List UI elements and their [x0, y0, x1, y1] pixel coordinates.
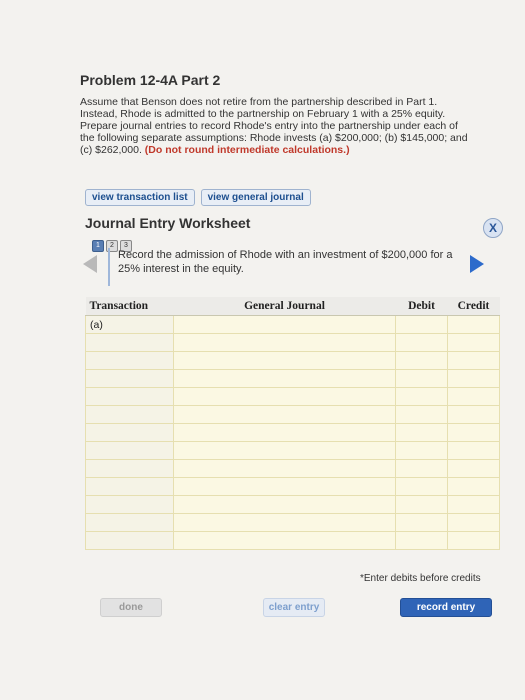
close-icon[interactable]: X: [483, 218, 503, 238]
problem-title: Problem 12-4A Part 2: [80, 72, 221, 88]
debit-input[interactable]: [395, 369, 448, 388]
debit-header: Debit: [395, 297, 448, 316]
table-row: [85, 351, 500, 370]
transaction-cell: [85, 531, 174, 550]
table-row: [85, 513, 500, 532]
done-button[interactable]: done: [100, 598, 162, 617]
account-input[interactable]: [173, 333, 396, 352]
credit-input[interactable]: [447, 513, 500, 532]
account-input[interactable]: [173, 531, 396, 550]
debit-input[interactable]: [395, 315, 448, 334]
transaction-cell: [85, 423, 174, 442]
debit-input[interactable]: [395, 531, 448, 550]
table-row: [85, 405, 500, 424]
record-entry-button[interactable]: record entry: [400, 598, 492, 617]
credit-input[interactable]: [447, 531, 500, 550]
account-input[interactable]: [173, 315, 396, 334]
transaction-cell: (a): [85, 315, 174, 334]
problem-page: Problem 12-4A Part 2 Assume that Benson …: [0, 0, 525, 700]
account-input[interactable]: [173, 495, 396, 514]
debit-input[interactable]: [395, 495, 448, 514]
table-row: [85, 369, 500, 388]
account-input[interactable]: [173, 423, 396, 442]
transaction-cell: [85, 351, 174, 370]
previous-arrow-icon[interactable]: [83, 255, 97, 273]
transaction-cell: [85, 333, 174, 352]
debit-input[interactable]: [395, 333, 448, 352]
credit-input[interactable]: [447, 387, 500, 406]
next-arrow-icon[interactable]: [470, 255, 484, 273]
credit-input[interactable]: [447, 495, 500, 514]
transaction-cell: [85, 369, 174, 388]
transaction-cell: [85, 513, 174, 532]
account-input[interactable]: [173, 459, 396, 478]
debit-input[interactable]: [395, 423, 448, 442]
table-row: [85, 495, 500, 514]
table-row: [85, 531, 500, 550]
page-1-tab[interactable]: 1: [92, 240, 104, 252]
debit-input[interactable]: [395, 513, 448, 532]
table-header-row: Transaction General Journal Debit Credit: [85, 297, 500, 316]
table-row: [85, 387, 500, 406]
credit-input[interactable]: [447, 405, 500, 424]
credit-input[interactable]: [447, 333, 500, 352]
general-journal-header: General Journal: [173, 297, 396, 316]
account-input[interactable]: [173, 477, 396, 496]
debits-before-credits-hint: *Enter debits before credits: [360, 573, 481, 584]
credit-input[interactable]: [447, 423, 500, 442]
view-tabs: view transaction list view general journ…: [85, 189, 311, 206]
credit-input[interactable]: [447, 315, 500, 334]
credit-input[interactable]: [447, 351, 500, 370]
credit-header: Credit: [447, 297, 500, 316]
worksheet-title: Journal Entry Worksheet: [85, 215, 251, 231]
view-general-journal-button[interactable]: view general journal: [200, 189, 311, 206]
entry-prompt: Record the admission of Rhode with an in…: [108, 248, 470, 286]
account-input[interactable]: [173, 351, 396, 370]
table-row: [85, 333, 500, 352]
table-row: [85, 477, 500, 496]
account-input[interactable]: [173, 405, 396, 424]
journal-entry-table: Transaction General Journal Debit Credit…: [85, 297, 500, 550]
table-row: (a): [85, 315, 500, 334]
clear-entry-button[interactable]: clear entry: [263, 598, 325, 617]
table-row: [85, 423, 500, 442]
transaction-cell: [85, 441, 174, 460]
table-row: [85, 459, 500, 478]
transaction-cell: [85, 495, 174, 514]
debit-input[interactable]: [395, 405, 448, 424]
transaction-cell: [85, 477, 174, 496]
debit-input[interactable]: [395, 459, 448, 478]
rounding-note: (Do not round intermediate calculations.…: [144, 144, 350, 156]
account-input[interactable]: [173, 441, 396, 460]
table-row: [85, 441, 500, 460]
transaction-cell: [85, 387, 174, 406]
credit-input[interactable]: [447, 477, 500, 496]
account-input[interactable]: [173, 387, 396, 406]
account-input[interactable]: [173, 369, 396, 388]
debit-input[interactable]: [395, 441, 448, 460]
transaction-cell: [85, 459, 174, 478]
debit-input[interactable]: [395, 477, 448, 496]
debit-input[interactable]: [395, 351, 448, 370]
view-transaction-list-button[interactable]: view transaction list: [85, 189, 195, 206]
account-input[interactable]: [173, 513, 396, 532]
credit-input[interactable]: [447, 441, 500, 460]
debit-input[interactable]: [395, 387, 448, 406]
credit-input[interactable]: [447, 369, 500, 388]
problem-instructions: Assume that Benson does not retire from …: [80, 96, 470, 156]
transaction-header: Transaction: [85, 297, 174, 316]
transaction-cell: [85, 405, 174, 424]
credit-input[interactable]: [447, 459, 500, 478]
